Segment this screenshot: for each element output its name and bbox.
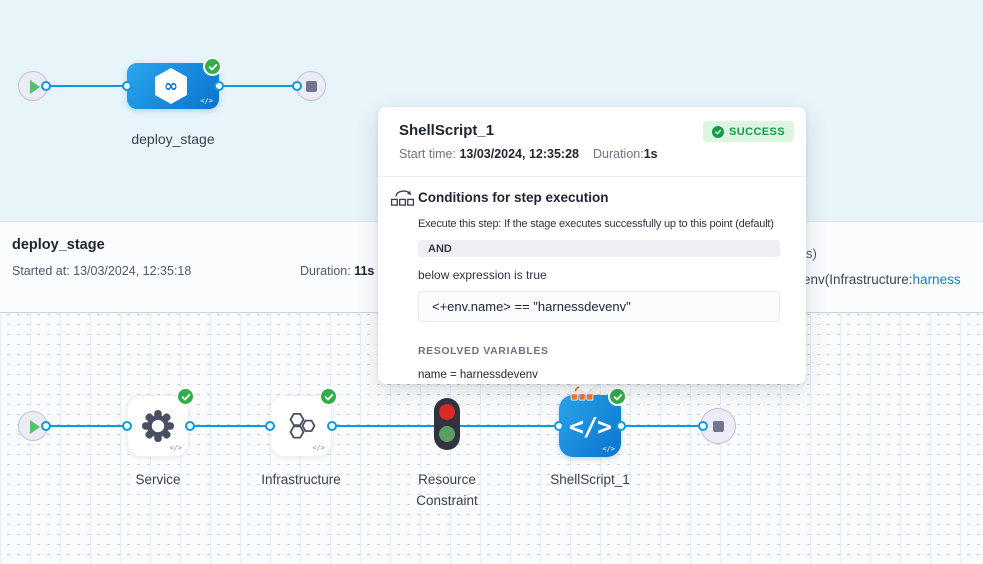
stage-success-icon — [203, 57, 222, 76]
stage-port — [41, 81, 51, 91]
service-label: Service — [108, 469, 208, 490]
gear-icon — [141, 409, 175, 443]
resolved-variable-value: name = harnessdevenv — [418, 369, 780, 381]
step-edge — [460, 425, 559, 427]
infrastructure-hexagons-icon — [285, 410, 317, 442]
code-icon: </> — [312, 444, 325, 452]
status-text: SUCCESS — [729, 126, 785, 138]
stage-duration: Duration: 11s — [300, 264, 374, 278]
stage-edge-end — [219, 85, 298, 87]
clipped-env-text-line2: env(Infrastructure:harness — [803, 272, 961, 287]
stage-edge-start — [46, 85, 128, 87]
step-edge — [46, 425, 127, 427]
play-icon — [30, 420, 40, 434]
popover-header: ShellScript_1 Start time: 13/03/2024, 12… — [378, 107, 806, 177]
code-icon: </> — [169, 444, 182, 452]
step-port — [327, 421, 337, 431]
duration-value: 11s — [354, 264, 374, 278]
stage-code-icon: </> — [200, 97, 213, 105]
stop-icon — [306, 81, 317, 92]
stage-port — [214, 81, 224, 91]
duration-label: Duration: — [300, 264, 354, 278]
expression-note: below expression is true — [418, 268, 780, 282]
popover-duration-label: Duration: — [593, 147, 644, 161]
step-port — [41, 421, 51, 431]
expression-box: <+env.name> == "harnessdevenv" — [418, 291, 780, 322]
start-time-label: Start time: — [399, 147, 459, 161]
shellscript-label: ShellScript_1 — [530, 469, 650, 490]
svg-text:∞: ∞ — [164, 77, 178, 97]
traffic-light-red-icon — [439, 404, 455, 420]
conditions-description: Execute this step: If the stage executes… — [418, 218, 780, 230]
resolved-variables-heading: RESOLVED VARIABLES — [418, 345, 780, 357]
traffic-light-green-icon — [439, 426, 455, 442]
code-icon: </> — [602, 445, 615, 453]
step-edge — [332, 425, 434, 427]
step-port — [122, 421, 132, 431]
stop-icon — [713, 421, 724, 432]
play-icon — [30, 80, 40, 94]
stage-info-title: deploy_stage — [12, 237, 105, 253]
infrastructure-label: Infrastructure — [236, 469, 366, 490]
step-node-resource-constraint[interactable] — [434, 398, 460, 450]
conditions-heading: Conditions for step execution — [418, 190, 780, 205]
env-link[interactable]: harness — [913, 272, 961, 287]
clipped-env-text-line1: s) — [806, 246, 817, 261]
popover-duration-value: 1s — [644, 147, 658, 161]
started-value: 13/03/2024, 12:35:18 — [73, 264, 191, 278]
cd-stage-icon: ∞ — [154, 67, 188, 105]
status-badge: SUCCESS — [703, 121, 794, 142]
resource-constraint-label: Resource Constraint — [401, 469, 493, 511]
shellscript-success-icon — [608, 387, 627, 406]
step-port — [265, 421, 275, 431]
started-label: Started at: — [12, 264, 73, 278]
stage-port — [292, 81, 302, 91]
conditional-execution-icon — [390, 188, 415, 207]
service-success-icon — [176, 387, 195, 406]
stage-started-at: Started at: 13/03/2024, 12:35:18 — [12, 264, 191, 278]
step-port — [616, 421, 626, 431]
step-edge — [190, 425, 270, 427]
success-check-icon — [712, 126, 724, 138]
start-time-value: 13/03/2024, 12:35:28 — [459, 147, 579, 161]
stage-node-label: deploy_stage — [107, 129, 239, 150]
stage-port — [122, 81, 132, 91]
step-edge — [621, 425, 703, 427]
step-port — [185, 421, 195, 431]
step-port — [554, 421, 564, 431]
shell-script-icon: </> — [569, 412, 611, 441]
popover-body: Conditions for step execution Execute th… — [378, 177, 806, 381]
step-details-popover: ShellScript_1 Start time: 13/03/2024, 12… — [378, 107, 806, 384]
env-infrastructure-text: env(Infrastructure: — [803, 272, 913, 287]
pipeline-execution-screen: ∞ </> deploy_stage deploy_stage Started … — [0, 0, 983, 564]
step-port — [698, 421, 708, 431]
operator-chip: AND — [418, 240, 780, 257]
infrastructure-success-icon — [319, 387, 338, 406]
popover-times: Start time: 13/03/2024, 12:35:28 Duration… — [399, 147, 790, 161]
